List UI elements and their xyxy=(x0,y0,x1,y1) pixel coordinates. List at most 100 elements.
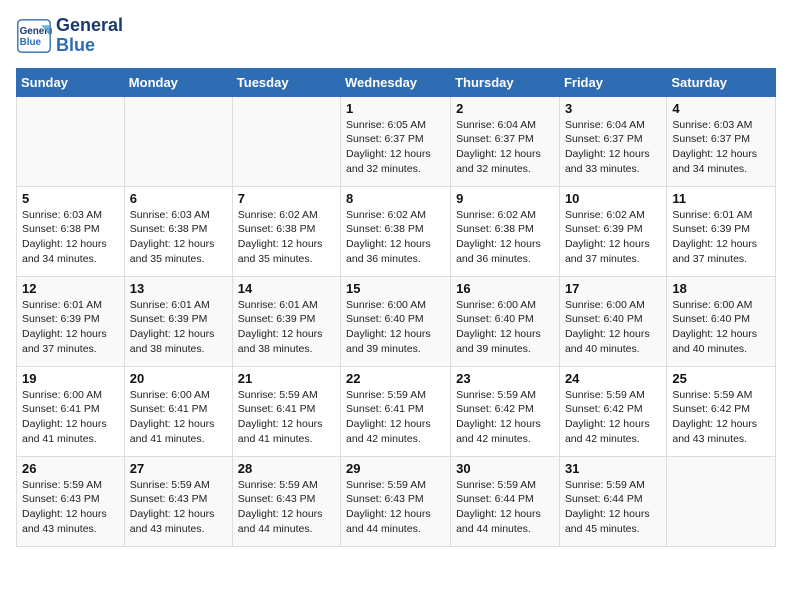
calendar-cell: 16Sunrise: 6:00 AMSunset: 6:40 PMDayligh… xyxy=(451,276,560,366)
day-info: Sunrise: 5:59 AMSunset: 6:42 PMDaylight:… xyxy=(672,388,770,447)
day-number: 24 xyxy=(565,371,661,386)
day-info: Sunrise: 6:02 AMSunset: 6:39 PMDaylight:… xyxy=(565,208,661,267)
day-number: 7 xyxy=(238,191,335,206)
calendar-cell xyxy=(667,456,776,546)
day-info: Sunrise: 6:02 AMSunset: 6:38 PMDaylight:… xyxy=(456,208,554,267)
calendar-cell: 14Sunrise: 6:01 AMSunset: 6:39 PMDayligh… xyxy=(232,276,340,366)
calendar-week-1: 1 Sunrise: 6:05 AMSunset: 6:37 PMDaylight… xyxy=(17,96,776,186)
calendar-cell xyxy=(17,96,125,186)
day-number: 2 xyxy=(456,101,554,116)
calendar-cell: 15 Sunrise: 6:00 AMSunset: 6:40 PMDayligh… xyxy=(341,276,451,366)
calendar-cell: 27 Sunrise: 5:59 AMSunset: 6:43 PMDayligh… xyxy=(124,456,232,546)
day-number: 15 xyxy=(346,281,445,296)
header-thursday: Thursday xyxy=(451,68,560,96)
day-info: Sunrise: 5:59 AMSunset: 6:41 PMDaylight:… xyxy=(238,388,335,447)
calendar-cell: 10 Sunrise: 6:02 AMSunset: 6:39 PMDayligh… xyxy=(559,186,666,276)
calendar-cell: 5 Sunrise: 6:03 AMSunset: 6:38 PMDaylight… xyxy=(17,186,125,276)
day-number: 10 xyxy=(565,191,661,206)
day-info: Sunrise: 6:02 AMSunset: 6:38 PMDaylight:… xyxy=(238,208,335,267)
logo-blue: Blue xyxy=(56,36,123,56)
calendar-cell: 28Sunrise: 5:59 AMSunset: 6:43 PMDayligh… xyxy=(232,456,340,546)
page-header: General Blue General Blue xyxy=(16,16,776,56)
calendar-cell xyxy=(124,96,232,186)
calendar-cell: 23 Sunrise: 5:59 AMSunset: 6:42 PMDayligh… xyxy=(451,366,560,456)
calendar-cell: 1 Sunrise: 6:05 AMSunset: 6:37 PMDaylight… xyxy=(341,96,451,186)
day-number: 26 xyxy=(22,461,119,476)
day-info: Sunrise: 6:05 AMSunset: 6:37 PMDaylight:… xyxy=(346,118,445,177)
day-number: 12 xyxy=(22,281,119,296)
calendar-table: SundayMondayTuesdayWednesdayThursdayFrid… xyxy=(16,68,776,547)
day-info: Sunrise: 5:59 AMSunset: 6:43 PMDaylight:… xyxy=(346,478,445,537)
calendar-cell: 18 Sunrise: 6:00 AMSunset: 6:40 PMDayligh… xyxy=(667,276,776,366)
day-info: Sunrise: 6:03 AMSunset: 6:37 PMDaylight:… xyxy=(672,118,770,177)
calendar-cell: 4 Sunrise: 6:03 AMSunset: 6:37 PMDaylight… xyxy=(667,96,776,186)
day-info: Sunrise: 5:59 AMSunset: 6:43 PMDaylight:… xyxy=(130,478,227,537)
day-number: 25 xyxy=(672,371,770,386)
day-number: 9 xyxy=(456,191,554,206)
day-info: Sunrise: 6:00 AMSunset: 6:40 PMDaylight:… xyxy=(565,298,661,357)
calendar-cell: 11Sunrise: 6:01 AMSunset: 6:39 PMDayligh… xyxy=(667,186,776,276)
day-number: 16 xyxy=(456,281,554,296)
day-number: 5 xyxy=(22,191,119,206)
calendar-cell: 9 Sunrise: 6:02 AMSunset: 6:38 PMDaylight… xyxy=(451,186,560,276)
day-number: 20 xyxy=(130,371,227,386)
day-number: 17 xyxy=(565,281,661,296)
day-number: 3 xyxy=(565,101,661,116)
day-info: Sunrise: 6:00 AMSunset: 6:40 PMDaylight:… xyxy=(346,298,445,357)
header-saturday: Saturday xyxy=(667,68,776,96)
logo-general: General xyxy=(56,16,123,36)
day-info: Sunrise: 5:59 AMSunset: 6:42 PMDaylight:… xyxy=(565,388,661,447)
day-number: 13 xyxy=(130,281,227,296)
calendar-week-2: 5 Sunrise: 6:03 AMSunset: 6:38 PMDaylight… xyxy=(17,186,776,276)
day-info: Sunrise: 6:00 AMSunset: 6:41 PMDaylight:… xyxy=(22,388,119,447)
day-number: 23 xyxy=(456,371,554,386)
day-info: Sunrise: 6:00 AMSunset: 6:40 PMDaylight:… xyxy=(672,298,770,357)
day-number: 30 xyxy=(456,461,554,476)
day-info: Sunrise: 6:04 AMSunset: 6:37 PMDaylight:… xyxy=(456,118,554,177)
calendar-cell: 22 Sunrise: 5:59 AMSunset: 6:41 PMDayligh… xyxy=(341,366,451,456)
day-info: Sunrise: 6:02 AMSunset: 6:38 PMDaylight:… xyxy=(346,208,445,267)
calendar-cell: 19 Sunrise: 6:00 AMSunset: 6:41 PMDayligh… xyxy=(17,366,125,456)
header-friday: Friday xyxy=(559,68,666,96)
day-number: 31 xyxy=(565,461,661,476)
header-tuesday: Tuesday xyxy=(232,68,340,96)
day-number: 28 xyxy=(238,461,335,476)
day-info: Sunrise: 6:03 AMSunset: 6:38 PMDaylight:… xyxy=(130,208,227,267)
calendar-week-5: 26 Sunrise: 5:59 AMSunset: 6:43 PMDayligh… xyxy=(17,456,776,546)
day-number: 22 xyxy=(346,371,445,386)
day-number: 11 xyxy=(672,191,770,206)
day-number: 8 xyxy=(346,191,445,206)
calendar-cell: 31 Sunrise: 5:59 AMSunset: 6:44 PMDayligh… xyxy=(559,456,666,546)
calendar-cell xyxy=(232,96,340,186)
day-info: Sunrise: 6:00 AMSunset: 6:41 PMDaylight:… xyxy=(130,388,227,447)
day-number: 6 xyxy=(130,191,227,206)
calendar-cell: 2 Sunrise: 6:04 AMSunset: 6:37 PMDaylight… xyxy=(451,96,560,186)
day-number: 19 xyxy=(22,371,119,386)
day-info: Sunrise: 5:59 AMSunset: 6:41 PMDaylight:… xyxy=(346,388,445,447)
calendar-cell: 21Sunrise: 5:59 AMSunset: 6:41 PMDayligh… xyxy=(232,366,340,456)
day-number: 1 xyxy=(346,101,445,116)
day-info: Sunrise: 6:01 AMSunset: 6:39 PMDaylight:… xyxy=(22,298,119,357)
calendar-cell: 25 Sunrise: 5:59 AMSunset: 6:42 PMDayligh… xyxy=(667,366,776,456)
svg-text:Blue: Blue xyxy=(20,37,42,48)
calendar-cell: 30Sunrise: 5:59 AMSunset: 6:44 PMDayligh… xyxy=(451,456,560,546)
calendar-week-3: 12 Sunrise: 6:01 AMSunset: 6:39 PMDayligh… xyxy=(17,276,776,366)
logo: General Blue General Blue xyxy=(16,16,123,56)
calendar-cell: 26 Sunrise: 5:59 AMSunset: 6:43 PMDayligh… xyxy=(17,456,125,546)
calendar-cell: 24 Sunrise: 5:59 AMSunset: 6:42 PMDayligh… xyxy=(559,366,666,456)
day-info: Sunrise: 5:59 AMSunset: 6:42 PMDaylight:… xyxy=(456,388,554,447)
calendar-cell: 7 Sunrise: 6:02 AMSunset: 6:38 PMDaylight… xyxy=(232,186,340,276)
day-number: 4 xyxy=(672,101,770,116)
day-number: 14 xyxy=(238,281,335,296)
calendar-cell: 29Sunrise: 5:59 AMSunset: 6:43 PMDayligh… xyxy=(341,456,451,546)
day-number: 27 xyxy=(130,461,227,476)
day-info: Sunrise: 6:04 AMSunset: 6:37 PMDaylight:… xyxy=(565,118,661,177)
calendar-cell: 13Sunrise: 6:01 AMSunset: 6:39 PMDayligh… xyxy=(124,276,232,366)
header-sunday: Sunday xyxy=(17,68,125,96)
header-monday: Monday xyxy=(124,68,232,96)
day-number: 18 xyxy=(672,281,770,296)
calendar-cell: 6 Sunrise: 6:03 AMSunset: 6:38 PMDaylight… xyxy=(124,186,232,276)
day-info: Sunrise: 5:59 AMSunset: 6:44 PMDaylight:… xyxy=(565,478,661,537)
day-info: Sunrise: 6:03 AMSunset: 6:38 PMDaylight:… xyxy=(22,208,119,267)
day-info: Sunrise: 5:59 AMSunset: 6:43 PMDaylight:… xyxy=(22,478,119,537)
